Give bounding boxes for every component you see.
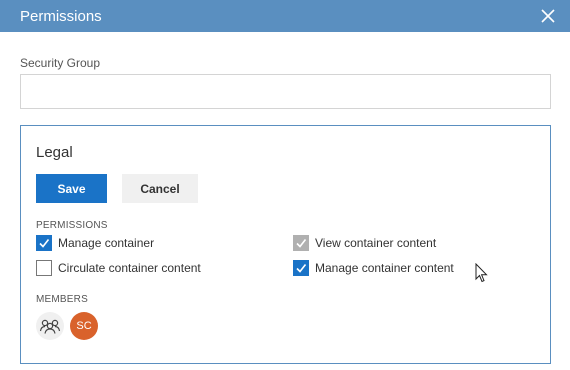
close-icon[interactable] [540,8,556,24]
permission-label: View container content [315,236,437,250]
checkbox-unchecked-icon[interactable] [36,260,52,276]
security-group-label: Security Group [20,56,101,70]
dialog-titlebar: Permissions [0,0,570,32]
checkbox-checked-disabled-icon [293,235,309,251]
cancel-button[interactable]: Cancel [122,174,198,203]
members-list: SC [36,312,98,340]
permission-label: Manage container content [315,261,454,275]
group-name: Legal [36,144,73,161]
save-button[interactable]: Save [36,174,107,203]
checkbox-checked-icon[interactable] [293,260,309,276]
permission-circulate-container-content[interactable]: Circulate container content [36,260,201,276]
permission-view-container-content: View container content [293,235,436,251]
permissions-heading: PERMISSIONS [36,220,108,231]
permission-manage-container[interactable]: Manage container [36,235,154,251]
group-permissions-panel: Legal Save Cancel PERMISSIONS Manage con… [20,125,551,364]
permission-label: Manage container [58,236,155,250]
permission-label: Circulate container content [58,261,201,275]
group-icon[interactable] [36,312,64,340]
members-heading: MEMBERS [36,294,88,305]
dialog-title: Permissions [20,7,102,25]
security-group-input[interactable] [20,74,551,109]
member-avatar[interactable]: SC [70,312,98,340]
mouse-pointer-icon [475,262,488,288]
permission-manage-container-content[interactable]: Manage container content [293,260,454,276]
checkbox-checked-icon[interactable] [36,235,52,251]
